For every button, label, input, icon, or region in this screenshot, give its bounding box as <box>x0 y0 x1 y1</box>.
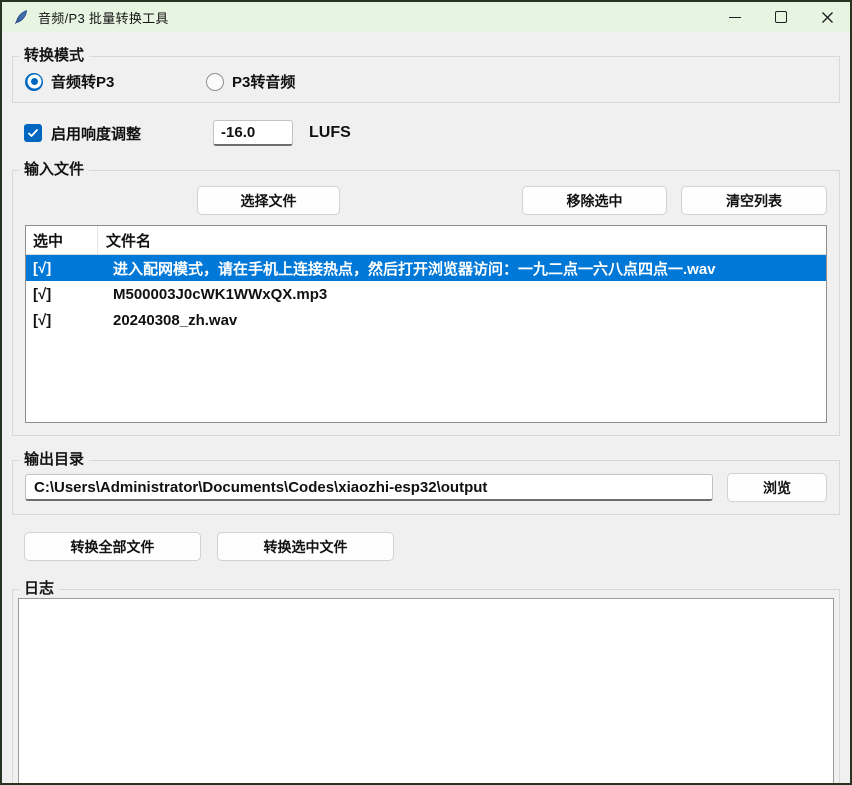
loudness-row: 启用响度调整 LUFS <box>24 120 840 146</box>
output-dir-group: 输出目录 浏览 <box>12 460 840 515</box>
mode-radio-row: 音频转P3 P3转音频 <box>25 71 827 92</box>
window-controls <box>712 2 850 32</box>
radio-p3-to-audio-label: P3转音频 <box>232 71 295 92</box>
minimize-button[interactable] <box>712 2 758 32</box>
row-filename: M500003J0cWK1WWxQX.mp3 <box>105 286 826 303</box>
close-button[interactable] <box>804 2 850 32</box>
log-label: 日志 <box>19 580 59 598</box>
radio-audio-to-p3-label: 音频转P3 <box>51 71 114 92</box>
radio-p3-to-audio[interactable]: P3转音频 <box>206 71 295 92</box>
file-table-header: 选中 文件名 <box>26 226 826 255</box>
table-row[interactable]: [√] M500003J0cWK1WWxQX.mp3 <box>26 281 826 307</box>
radio-off-icon <box>206 73 224 91</box>
lufs-unit-label: LUFS <box>309 124 351 142</box>
log-group: 日志 <box>12 589 840 785</box>
row-filename: 进入配网模式，请在手机上连接热点，然后打开浏览器访问：一九二点一六八点四点一.w… <box>105 258 826 279</box>
convert-selected-button[interactable]: 转换选中文件 <box>217 532 394 561</box>
title-bar: 音频/P3 批量转换工具 <box>2 2 850 32</box>
input-files-label: 输入文件 <box>19 161 89 179</box>
browse-button[interactable]: 浏览 <box>727 473 827 502</box>
row-filename: 20240308_zh.wav <box>105 312 826 329</box>
actions-row: 转换全部文件 转换选中文件 <box>24 532 840 561</box>
row-checkmark: [√] <box>26 260 105 277</box>
app-window: 音频/P3 批量转换工具 转换模式 音频转P3 <box>0 0 852 785</box>
file-table-empty-area <box>26 333 826 422</box>
radio-audio-to-p3[interactable]: 音频转P3 <box>25 71 206 92</box>
conversion-mode-group: 转换模式 音频转P3 P3转音频 <box>12 56 840 103</box>
log-text-area[interactable] <box>18 598 834 785</box>
select-files-button[interactable]: 选择文件 <box>197 186 340 215</box>
window-title: 音频/P3 批量转换工具 <box>38 8 169 27</box>
file-buttons-row: 选择文件 移除选中 清空列表 <box>25 186 827 215</box>
clear-list-button[interactable]: 清空列表 <box>681 186 827 215</box>
column-header-checked[interactable]: 选中 <box>26 226 98 254</box>
row-checkmark: [√] <box>26 286 105 303</box>
minimize-icon <box>729 17 741 18</box>
input-files-group: 输入文件 选择文件 移除选中 清空列表 选中 文件名 [√] 进入配网模式，请在… <box>12 170 840 436</box>
convert-all-button[interactable]: 转换全部文件 <box>24 532 201 561</box>
maximize-icon <box>775 11 787 23</box>
row-checkmark: [√] <box>26 312 105 329</box>
table-row[interactable]: [√] 进入配网模式，请在手机上连接热点，然后打开浏览器访问：一九二点一六八点四… <box>26 255 826 281</box>
loudness-checkbox-label: 启用响度调整 <box>51 123 141 144</box>
maximize-button[interactable] <box>758 2 804 32</box>
output-path-input[interactable] <box>25 474 713 501</box>
file-list-table: 选中 文件名 [√] 进入配网模式，请在手机上连接热点，然后打开浏览器访问：一九… <box>25 225 827 423</box>
column-header-filename[interactable]: 文件名 <box>98 226 826 254</box>
loudness-checkbox[interactable] <box>24 124 42 142</box>
client-area: 转换模式 音频转P3 P3转音频 启用响度调整 LUFS <box>2 32 850 785</box>
radio-on-icon <box>25 73 43 91</box>
remove-selected-button[interactable]: 移除选中 <box>522 186 667 215</box>
lufs-value-input[interactable] <box>213 120 293 146</box>
conversion-mode-label: 转换模式 <box>19 47 89 65</box>
output-dir-label: 输出目录 <box>19 451 89 469</box>
close-icon <box>821 11 834 24</box>
table-row[interactable]: [√] 20240308_zh.wav <box>26 307 826 333</box>
checkmark-icon <box>27 128 39 138</box>
tk-feather-icon <box>13 9 29 25</box>
